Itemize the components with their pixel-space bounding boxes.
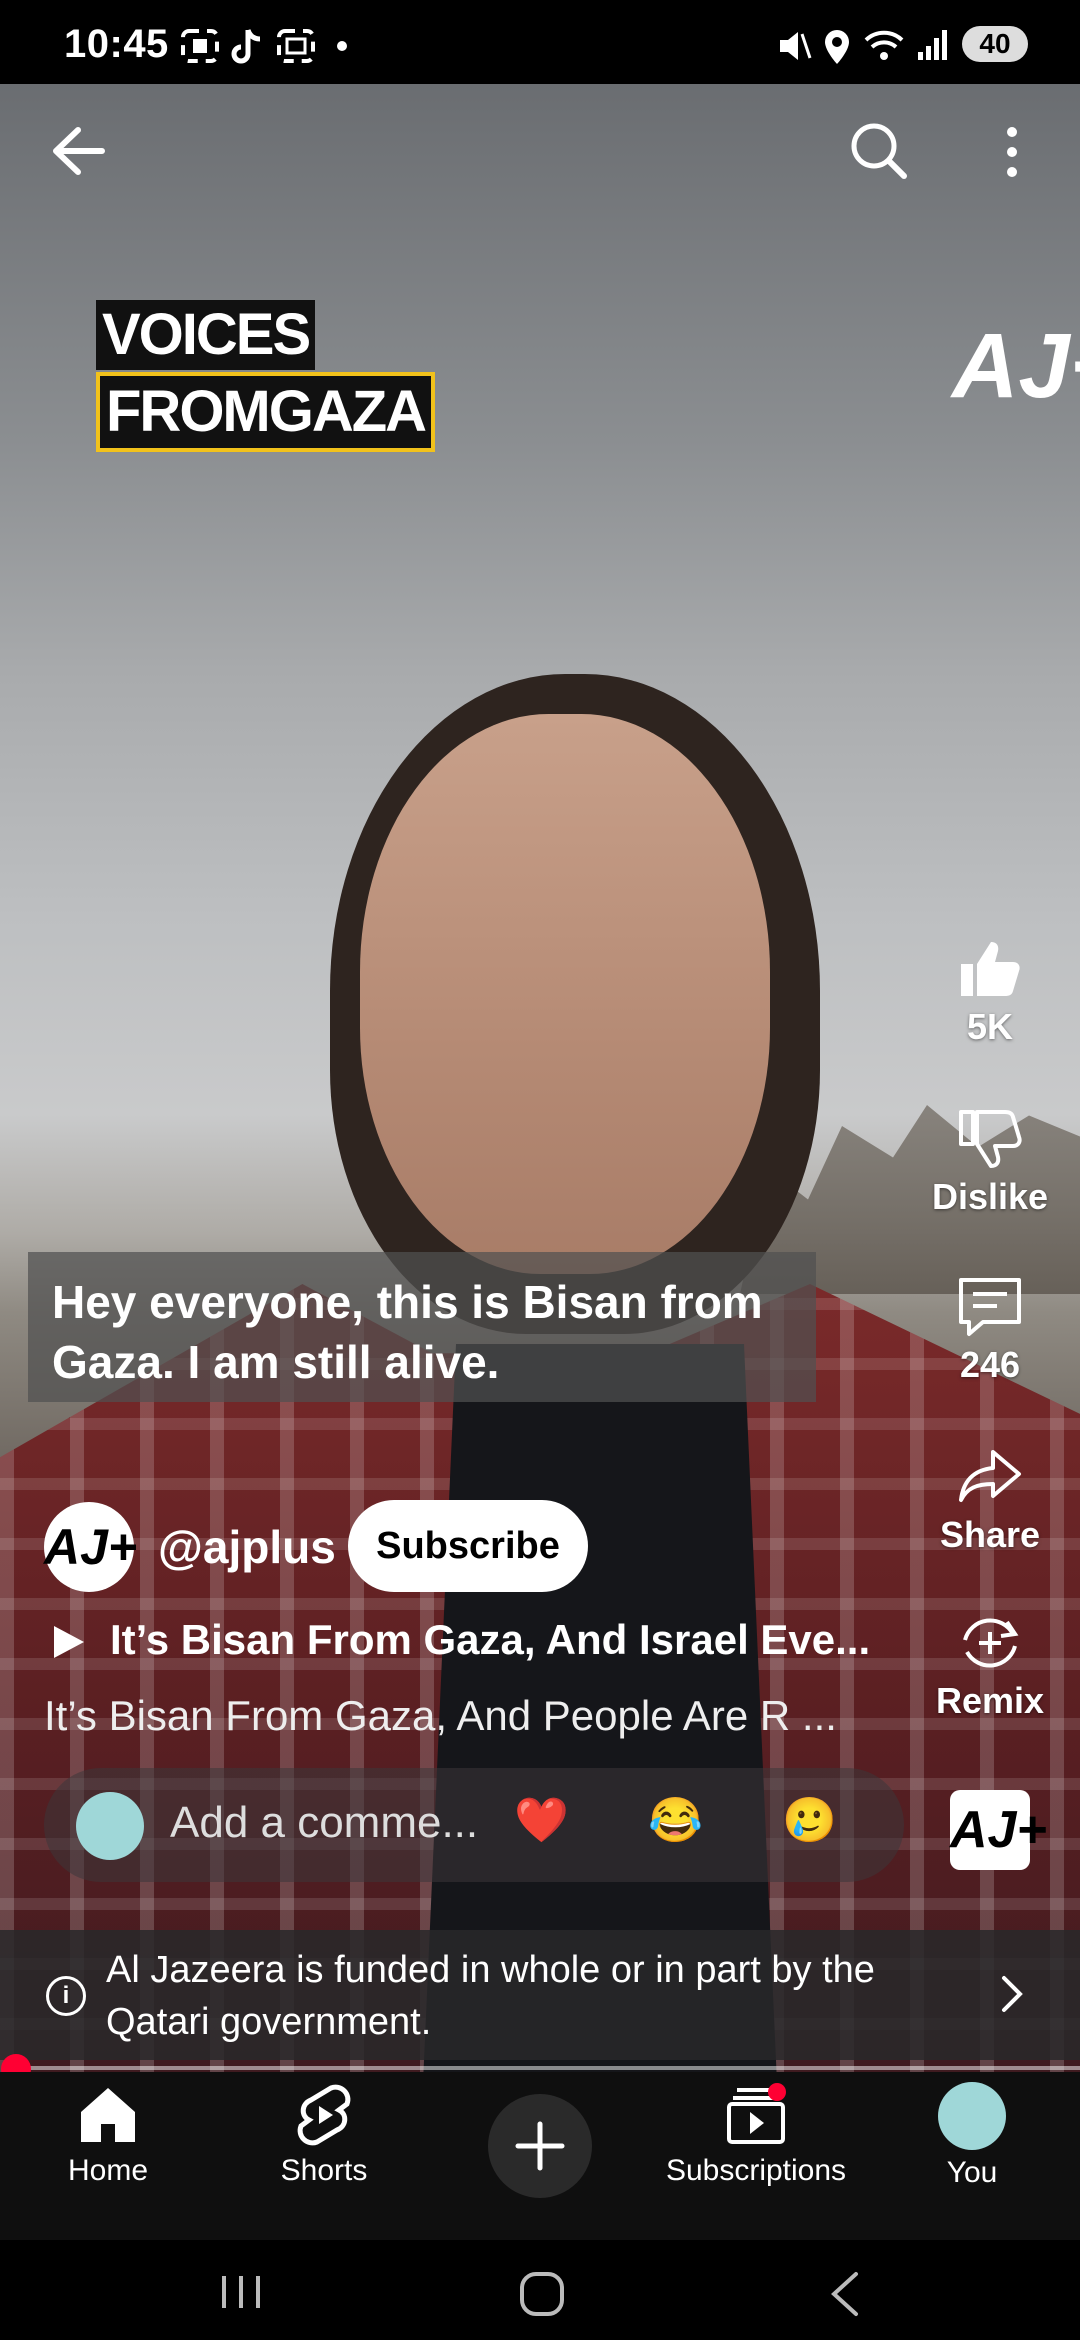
channel-avatar[interactable]: AJ+ <box>44 1502 137 1592</box>
bottom-nav: Home Shorts Subscriptions You <box>0 2072 1080 2240</box>
nav-home-label: Home <box>67 2154 149 2187</box>
home-icon <box>81 2088 135 2142</box>
home-system-icon[interactable] <box>518 2270 566 2318</box>
caption-text: Hey everyone, this is Bisan from Gaza. I… <box>52 1276 763 1388</box>
profile-avatar <box>938 2082 1006 2150</box>
location-icon <box>825 30 849 64</box>
ajplus-channel-icon[interactable]: AJ+ <box>950 1790 1047 1870</box>
status-time: 10:45 <box>64 22 169 66</box>
screen-record-icon <box>277 29 315 63</box>
remix-label: Remix <box>935 1680 1045 1721</box>
share-icon <box>959 1450 1021 1502</box>
screen-capture-icon <box>181 29 219 63</box>
like-button[interactable]: 5K <box>920 938 1060 1048</box>
video-description[interactable]: It’s Bisan From Gaza, And People Are R .… <box>44 1692 884 1740</box>
related-video-title: It’s Bisan From Gaza, And Israel Eve... <box>110 1616 871 1663</box>
logo-line-1: VOICES <box>96 300 316 370</box>
dislike-label: Dislike <box>931 1176 1049 1217</box>
mute-icon <box>780 32 812 60</box>
back-arrow-icon[interactable] <box>50 126 106 176</box>
related-video-link[interactable]: It’s Bisan From Gaza, And Israel Eve... <box>44 1612 884 1672</box>
chevron-right-icon <box>1002 1976 1023 2012</box>
system-nav-bar <box>0 2240 1080 2340</box>
logo-line-2: FROMGAZA <box>96 372 436 452</box>
thumbs-up-icon <box>961 942 1020 996</box>
nav-subscriptions-label: Subscriptions <box>665 2154 847 2187</box>
play-icon <box>54 1626 84 1658</box>
voices-from-gaza-logo: VOICES FROMGAZA <box>96 300 436 452</box>
person-face <box>360 714 770 1274</box>
info-icon: i <box>46 1976 86 2016</box>
like-count: 5K <box>966 1006 1014 1047</box>
wifi-icon <box>864 30 904 60</box>
back-system-icon[interactable] <box>826 2270 862 2318</box>
info-panel[interactable]: i Al Jazeera is funded in whole or in pa… <box>0 1930 1080 2060</box>
share-label: Share <box>939 1514 1041 1555</box>
shorts-icon <box>297 2084 351 2146</box>
plus-icon <box>515 2121 565 2171</box>
share-button[interactable]: Share <box>920 1446 1060 1556</box>
emoji-smiling-tear[interactable]: 🥲 <box>782 1794 837 1846</box>
screen: 10:45 40 VOICES FROMGAZA AJ+ Hey everyon… <box>0 0 1080 2340</box>
create-button[interactable] <box>488 2094 592 2198</box>
nav-shorts-label: Shorts <box>280 2154 368 2187</box>
remix-icon <box>963 1618 1019 1668</box>
comment-icon <box>959 1278 1021 1336</box>
notification-dot-icon <box>337 41 347 51</box>
nav-subscriptions[interactable]: Subscriptions <box>656 2082 856 2188</box>
recent-apps-icon[interactable] <box>218 2272 264 2312</box>
subscriptions-icon <box>727 2083 786 2144</box>
comment-count: 246 <box>959 1344 1021 1385</box>
remix-button[interactable]: Remix <box>920 1612 1060 1722</box>
subscribe-button[interactable]: Subscribe <box>348 1500 588 1592</box>
emoji-laughing[interactable]: 😂 <box>648 1794 703 1846</box>
video-caption: Hey everyone, this is Bisan from Gaza. I… <box>28 1252 816 1402</box>
nav-home[interactable]: Home <box>8 2082 208 2188</box>
comments-button[interactable]: 246 <box>920 1276 1060 1386</box>
channel-handle[interactable]: @ajplus <box>158 1520 336 1574</box>
tiktok-icon <box>231 29 261 64</box>
status-bar: 10:45 40 <box>0 0 1080 84</box>
user-avatar <box>76 1792 144 1860</box>
battery-indicator: 40 <box>962 26 1028 62</box>
nav-shorts[interactable]: Shorts <box>224 2082 424 2188</box>
nav-you[interactable]: You <box>872 2082 1072 2190</box>
info-panel-text: Al Jazeera is funded in whole or in part… <box>106 1949 875 2043</box>
dislike-button[interactable]: Dislike <box>920 1108 1060 1218</box>
comment-bar[interactable]: Add a comme... ❤️ 😂 🥲 <box>44 1768 904 1882</box>
search-icon[interactable] <box>848 120 908 180</box>
add-comment-input[interactable]: Add a comme... <box>170 1798 478 1848</box>
more-options-icon[interactable] <box>1000 124 1024 180</box>
progress-bar[interactable] <box>16 2066 1080 2070</box>
nav-you-label: You <box>946 2156 998 2189</box>
thumbs-down-icon <box>959 1110 1022 1168</box>
ajplus-watermark: AJ+ <box>952 315 1080 417</box>
signal-icon <box>918 30 947 60</box>
emoji-heart[interactable]: ❤️ <box>514 1794 569 1846</box>
